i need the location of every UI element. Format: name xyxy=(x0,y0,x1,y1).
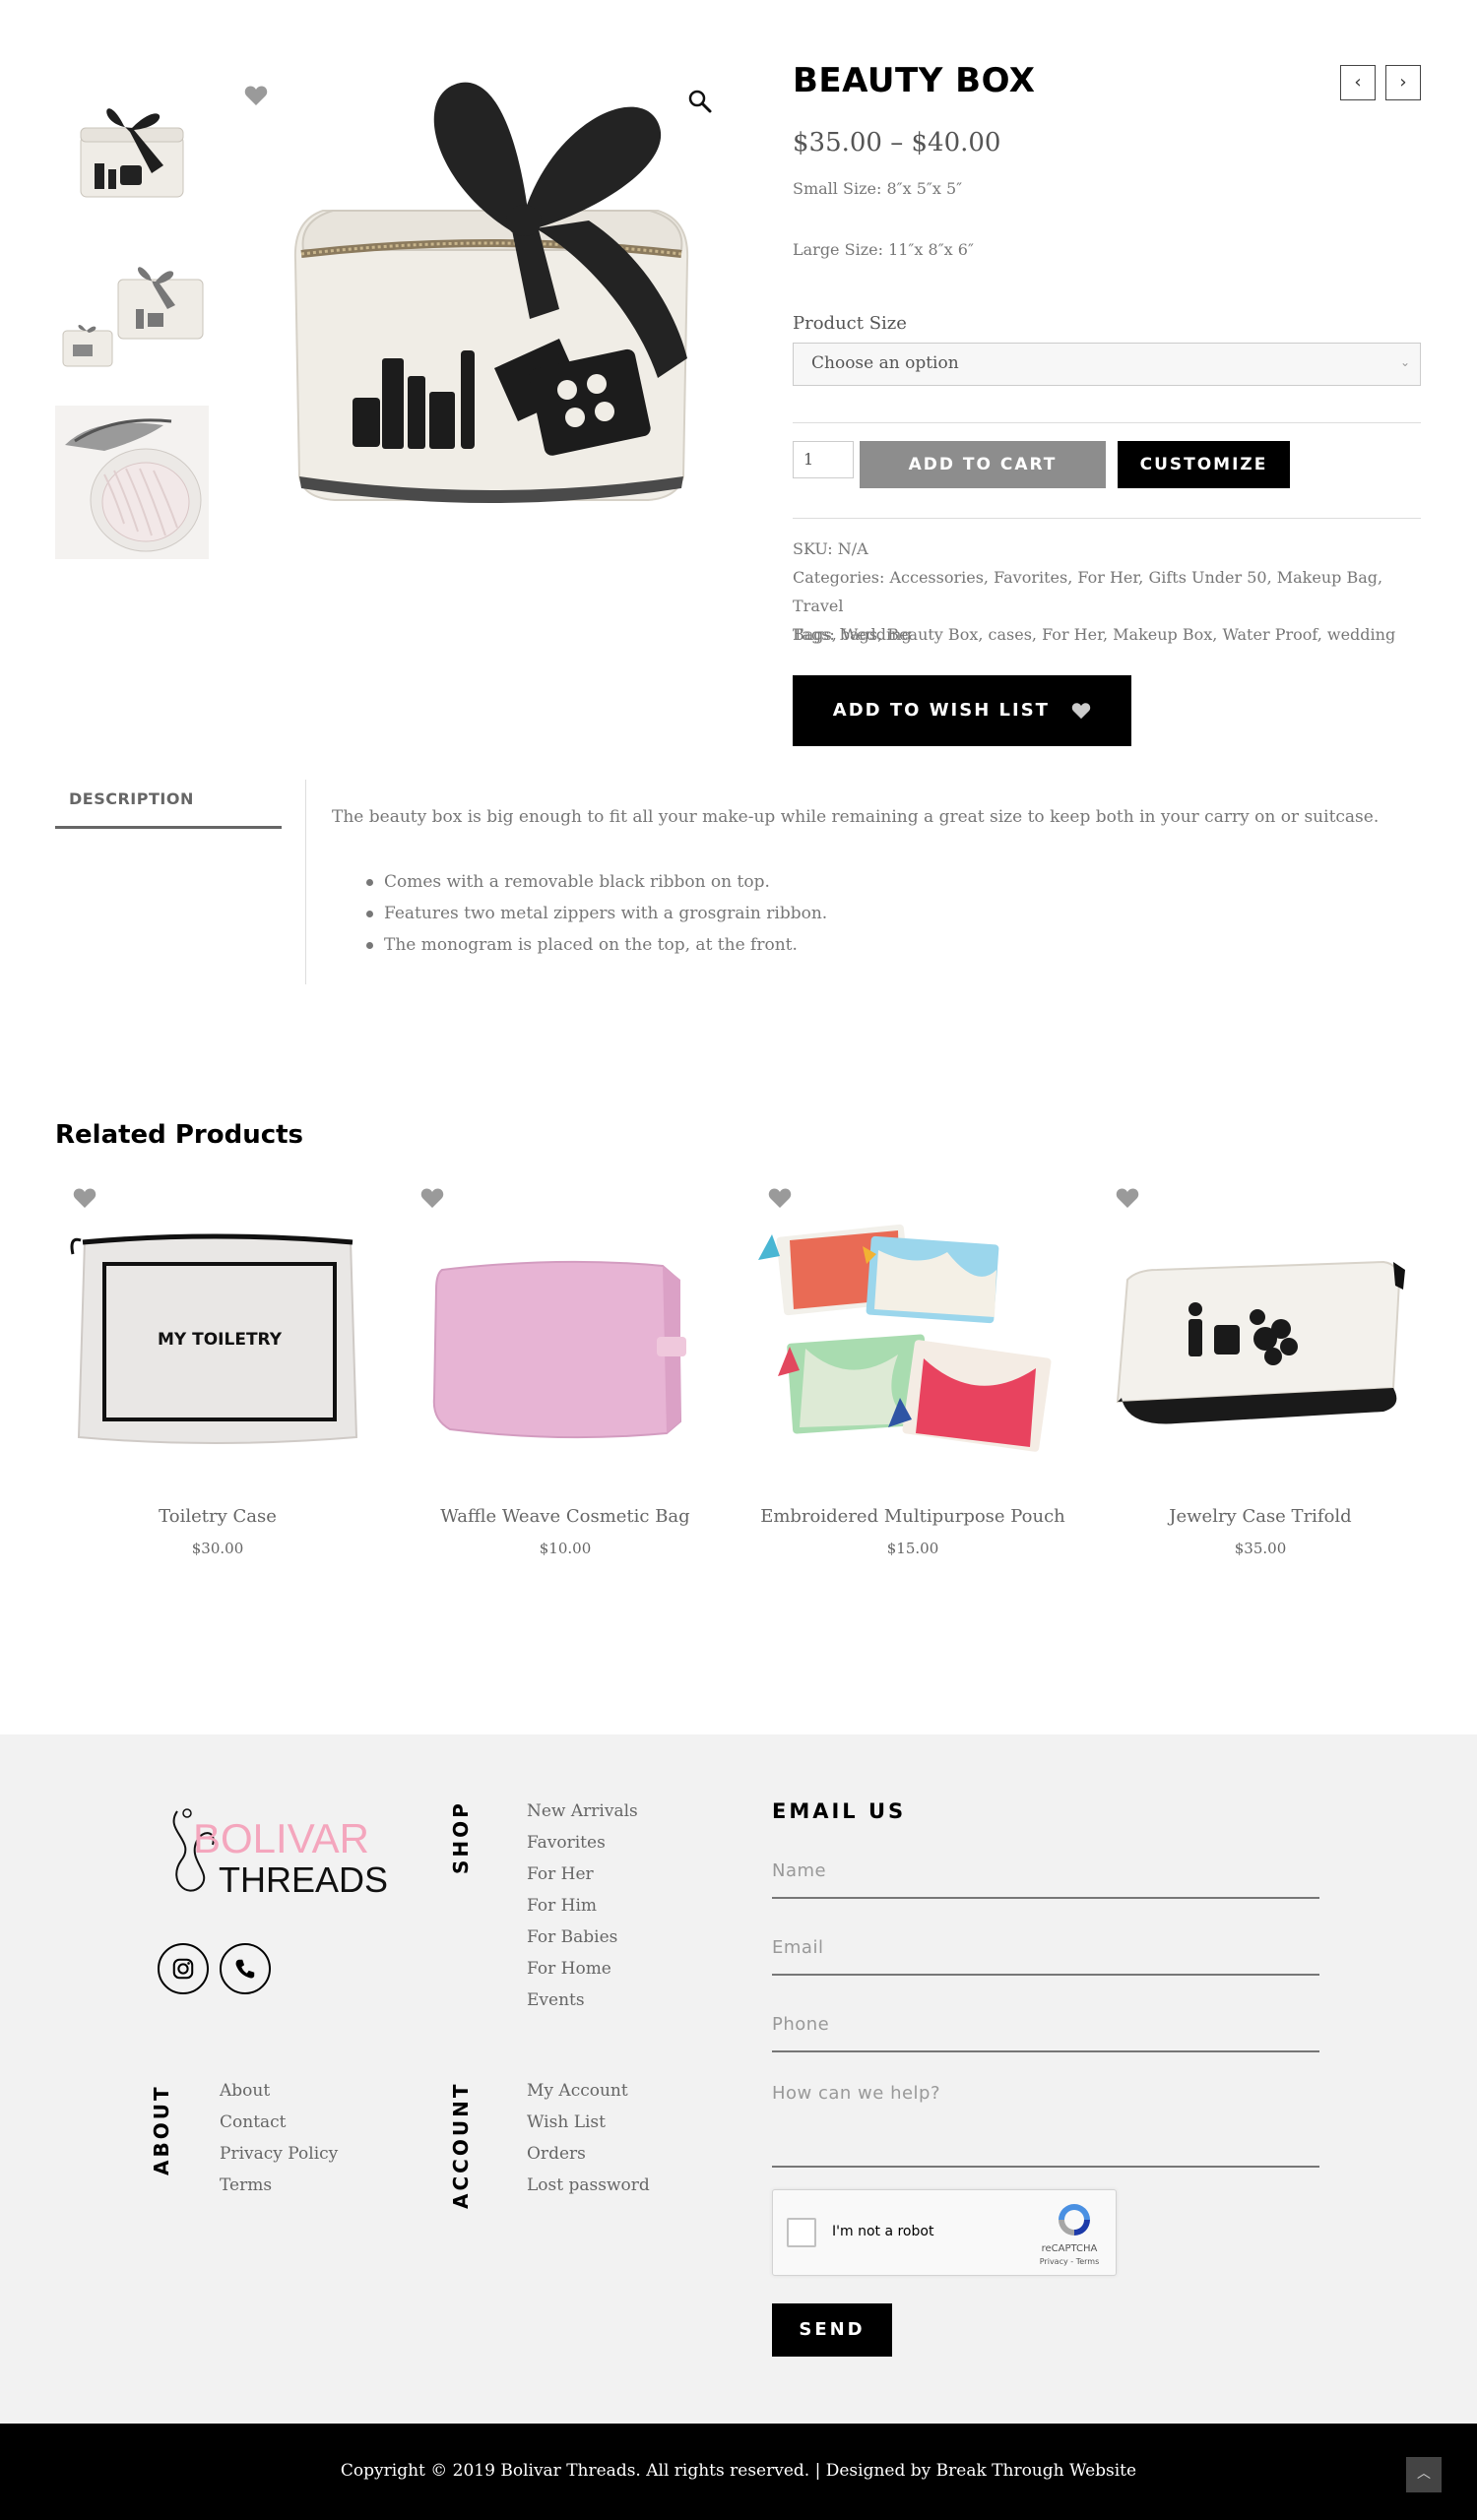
phone-input[interactable]: Phone xyxy=(772,2014,1319,2052)
product-image-embroidered-pouch[interactable] xyxy=(750,1201,1075,1496)
related-product-card[interactable]: Waffle Weave Cosmetic Bag $10.00 xyxy=(403,1181,728,1575)
footer-link-lost-password[interactable]: Lost password xyxy=(527,2170,650,2201)
footer-link-for-him[interactable]: For Him xyxy=(527,1890,638,1922)
add-to-cart-button[interactable]: ADD TO CART xyxy=(860,441,1106,488)
footer-link-contact[interactable]: Contact xyxy=(220,2107,338,2138)
account-heading: ACCOUNT xyxy=(449,2081,473,2209)
related-product-name[interactable]: Toiletry Case xyxy=(55,1506,380,1527)
recaptcha-label: I'm not a robot xyxy=(832,2224,934,2239)
footer-link-new-arrivals[interactable]: New Arrivals xyxy=(527,1796,638,1827)
product-title: BEAUTY BOX xyxy=(793,61,1036,100)
recaptcha-logo-icon xyxy=(1059,2204,1090,2236)
list-item: Comes with a removable black ribbon on t… xyxy=(364,866,827,898)
bolivar-threads-logo[interactable]: BOLIVAR THREADS xyxy=(158,1801,394,1910)
description-bullets: Comes with a removable black ribbon on t… xyxy=(364,866,827,961)
chevron-down-icon: ⌄ xyxy=(1399,355,1410,369)
copyright-text: Copyright © 2019 Bolivar Threads. All ri… xyxy=(340,2461,1137,2481)
product-size-select-value: Choose an option xyxy=(811,353,959,373)
customize-button[interactable]: CUSTOMIZE xyxy=(1118,441,1290,488)
related-product-price: $30.00 xyxy=(191,1540,244,1557)
message-placeholder: How can we help? xyxy=(772,2083,941,2104)
product-sku: SKU: N/A xyxy=(793,539,868,558)
account-links: My Account Wish List Orders Lost passwor… xyxy=(527,2075,650,2201)
product-image-toiletry-case[interactable]: MY TOILETRY xyxy=(55,1201,380,1496)
zoom-search-icon[interactable] xyxy=(687,89,713,114)
footer-link-about[interactable]: About xyxy=(220,2075,338,2107)
phone-icon[interactable] xyxy=(220,1943,271,1994)
related-product-card[interactable]: Embroidered Multipurpose Pouch $15.00 xyxy=(750,1181,1075,1575)
shop-heading: SHOP xyxy=(449,1800,473,1874)
related-product-price: $15.00 xyxy=(886,1540,939,1557)
footer-link-my-account[interactable]: My Account xyxy=(527,2075,650,2107)
logo-line-1: BOLIVAR xyxy=(193,1815,369,1861)
instagram-icon[interactable] xyxy=(158,1943,209,1994)
add-to-wishlist-label: ADD TO WISH LIST xyxy=(832,700,1050,721)
recaptcha-brand: reCAPTCHA xyxy=(1041,2243,1098,2254)
list-item: The monogram is placed on the top, at th… xyxy=(364,929,827,961)
description-paragraph: The beauty box is big enough to fit all … xyxy=(332,807,1380,827)
recaptcha-checkbox[interactable] xyxy=(787,2218,816,2247)
footer-link-for-home[interactable]: For Home xyxy=(527,1953,638,1984)
quantity-input[interactable]: 1 xyxy=(793,441,854,478)
related-product-card[interactable]: Jewelry Case Trifold $35.00 xyxy=(1098,1181,1423,1575)
tab-divider xyxy=(305,780,306,984)
recaptcha-widget: I'm not a robot reCAPTCHA Privacy - Term… xyxy=(772,2189,1117,2276)
large-size-text: Large Size: 11″x 8″x 6″ xyxy=(793,240,974,259)
product-image-waffle-bag[interactable] xyxy=(403,1201,728,1496)
heart-icon xyxy=(1072,703,1091,720)
chevron-left-icon: ‹ xyxy=(1354,72,1362,93)
gallery-thumbnail-1[interactable] xyxy=(55,67,209,220)
chevron-up-icon: ︿ xyxy=(1417,2466,1431,2482)
divider xyxy=(793,422,1421,423)
footer-link-favorites[interactable]: Favorites xyxy=(527,1827,638,1858)
send-button[interactable]: SEND xyxy=(772,2303,892,2357)
scroll-to-top-button[interactable]: ︿ xyxy=(1406,2457,1442,2492)
next-product-button[interactable]: › xyxy=(1385,65,1421,100)
related-product-name[interactable]: Waffle Weave Cosmetic Bag xyxy=(403,1506,728,1527)
gallery-thumbnail-3[interactable] xyxy=(55,406,209,559)
related-product-card[interactable]: MY TOILETRY Toiletry Case $30.00 xyxy=(55,1181,380,1575)
about-links: About Contact Privacy Policy Terms xyxy=(220,2075,338,2201)
tab-description[interactable]: DESCRIPTION xyxy=(55,789,282,829)
product-tags[interactable]: Tags: bags, Beauty Box, cases, For Her, … xyxy=(793,620,1423,649)
product-main-image[interactable] xyxy=(264,63,727,516)
footer-link-terms[interactable]: Terms xyxy=(220,2170,338,2201)
message-textarea[interactable]: How can we help? xyxy=(772,2083,1319,2168)
chevron-right-icon: › xyxy=(1399,72,1407,93)
footer-link-events[interactable]: Events xyxy=(527,1984,638,2016)
product-image-jewelry-trifold[interactable] xyxy=(1098,1201,1423,1496)
related-product-price: $35.00 xyxy=(1234,1540,1287,1557)
list-item: Features two metal zippers with a grosgr… xyxy=(364,898,827,929)
divider xyxy=(793,518,1421,519)
previous-product-button[interactable]: ‹ xyxy=(1340,65,1376,100)
related-product-price: $10.00 xyxy=(539,1540,592,1557)
small-size-text: Small Size: 8″x 5″x 5″ xyxy=(793,179,963,198)
related-product-name[interactable]: Jewelry Case Trifold xyxy=(1098,1506,1423,1527)
footer-link-orders[interactable]: Orders xyxy=(527,2138,650,2170)
logo-line-2: THREADS xyxy=(219,1859,388,1900)
footer-link-for-her[interactable]: For Her xyxy=(527,1858,638,1890)
product-size-label: Product Size xyxy=(793,313,907,334)
product-size-select[interactable]: Choose an option ⌄ xyxy=(793,343,1421,386)
email-input[interactable]: Email xyxy=(772,1937,1319,1976)
product-categories-line-1[interactable]: Categories: Accessories, Favorites, For … xyxy=(793,563,1423,620)
about-heading: ABOUT xyxy=(150,2084,173,2175)
footer-link-wish-list[interactable]: Wish List xyxy=(527,2107,650,2138)
add-to-wishlist-button[interactable]: ADD TO WISH LIST xyxy=(793,675,1131,746)
toiletry-print-text: MY TOILETRY xyxy=(158,1330,283,1350)
footer-link-privacy-policy[interactable]: Privacy Policy xyxy=(220,2138,338,2170)
recaptcha-terms-link[interactable]: Privacy - Terms xyxy=(1035,2257,1104,2266)
footer-link-for-babies[interactable]: For Babies xyxy=(527,1922,638,1953)
name-input[interactable]: Name xyxy=(772,1860,1319,1899)
related-product-name[interactable]: Embroidered Multipurpose Pouch xyxy=(750,1506,1075,1527)
email-us-heading: EMAIL US xyxy=(772,1799,907,1823)
gallery-thumbnail-2[interactable] xyxy=(55,236,209,390)
shop-links: New Arrivals Favorites For Her For Him F… xyxy=(527,1796,638,2016)
product-price: $35.00 – $40.00 xyxy=(793,128,1001,158)
related-products-title: Related Products xyxy=(55,1120,304,1150)
